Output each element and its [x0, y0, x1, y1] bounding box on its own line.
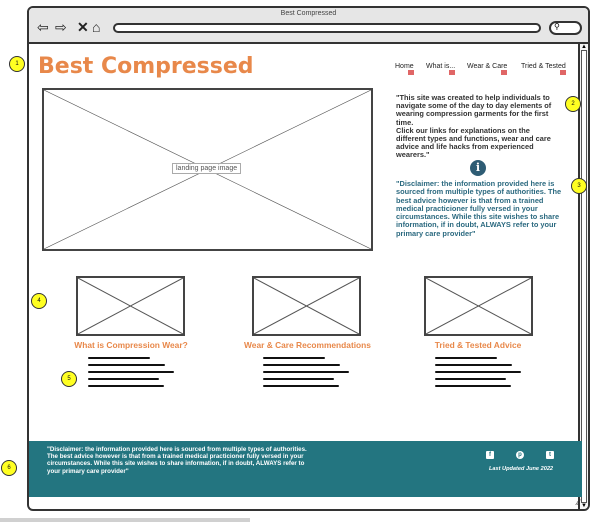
nav-label: Home [395, 63, 414, 70]
home-icon[interactable]: ⌂ [92, 20, 100, 34]
placeholder-cross-icon [254, 278, 359, 334]
nav-wear-care[interactable]: Wear & Care [467, 63, 508, 75]
search-box[interactable]: ⚲ [549, 21, 582, 35]
scrollbar[interactable]: ▲ ▼ [578, 44, 588, 509]
back-icon[interactable]: ⇦ [37, 20, 49, 34]
card-image-3 [424, 276, 533, 336]
horizontal-scrollbar[interactable] [0, 518, 250, 522]
annotation-marker-2: 2 [565, 96, 581, 112]
nav-marker-icon [559, 70, 566, 75]
twitter-icon[interactable]: t [546, 451, 554, 459]
nav-what-is[interactable]: What is... [426, 63, 456, 75]
last-updated: Last Updated June 2022 [489, 466, 554, 472]
card-image-1 [76, 276, 185, 336]
browser-title: Best Compressed [280, 10, 337, 17]
search-icon: ⚲ [554, 22, 560, 31]
nav-marker-icon [407, 70, 414, 75]
nav-home[interactable]: Home [395, 63, 414, 75]
card-image-2 [252, 276, 361, 336]
nav-marker-icon [501, 70, 508, 75]
card-text-placeholder-1 [88, 357, 174, 392]
facebook-icon[interactable]: f [486, 451, 494, 459]
browser-titlebar: Best Compressed ⇦ ⇨ ✕ ⌂ ⚲ [29, 8, 588, 44]
footer-disclaimer: "Disclaimer: the information provided he… [47, 446, 307, 475]
pinterest-icon[interactable]: p [516, 451, 524, 459]
annotation-marker-6: 6 [1, 460, 17, 476]
info-icon: i [470, 160, 486, 176]
annotation-marker-1: 1 [9, 56, 25, 72]
placeholder-cross-icon [426, 278, 531, 334]
nav-label: Wear & Care [467, 63, 508, 70]
scroll-down-icon[interactable]: ▼ [580, 503, 588, 509]
card-text-placeholder-3 [435, 357, 521, 392]
nav-label: What is... [426, 63, 456, 70]
site-footer: "Disclaimer: the information provided he… [29, 441, 582, 497]
close-icon[interactable]: ✕ [77, 20, 89, 34]
hero-caption: landing page image [172, 163, 242, 174]
annotation-marker-3: 3 [571, 178, 587, 194]
address-bar[interactable] [113, 23, 541, 33]
browser-window: Best Compressed ⇦ ⇨ ✕ ⌂ ⚲ ▲ ▼ [27, 6, 590, 511]
card-text-placeholder-2 [263, 357, 349, 392]
nav-marker-icon [449, 70, 456, 75]
nav-label: Tried & Tested [521, 63, 566, 70]
nav-tried-tested[interactable]: Tried & Tested [521, 63, 566, 75]
scroll-thumb[interactable] [581, 50, 587, 503]
annotation-marker-4: 4 [31, 293, 47, 309]
card-title-3[interactable]: Tried & Tested Advice [410, 340, 546, 350]
site-logo[interactable]: Best Compressed [38, 54, 254, 79]
card-title-2[interactable]: Wear & Care Recommendations [230, 340, 385, 350]
disclaimer-text: "Disclaimer: the information provided he… [396, 179, 562, 238]
placeholder-cross-icon [78, 278, 183, 334]
intro-text: "This site was created to help individua… [396, 93, 552, 160]
forward-icon[interactable]: ⇨ [55, 20, 67, 34]
card-title-1[interactable]: What is Compression Wear? [60, 340, 202, 350]
resize-grip-icon[interactable]: ∕∕ [577, 498, 580, 507]
annotation-marker-5: 5 [61, 371, 77, 387]
